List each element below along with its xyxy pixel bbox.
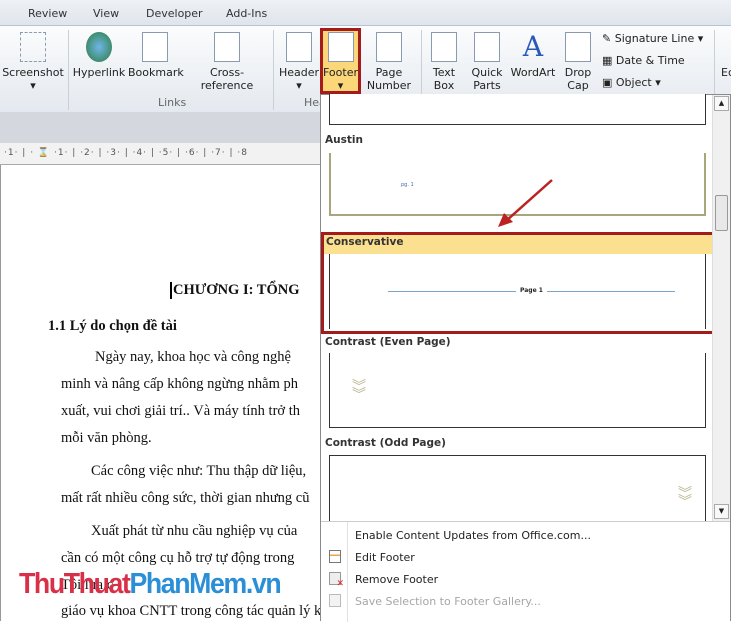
body-line: minh và nâng cấp không ngừng nhằm ph [61,376,298,392]
page-number-button[interactable]: Page Number [364,28,414,92]
remove-footer-icon: ✕ [329,572,344,589]
equation-button[interactable]: Ec [721,66,731,79]
hyperlink-button[interactable]: Hyperlink [72,28,126,79]
drop-cap-label: Drop Cap [564,66,592,92]
footer-gallery-dropdown: Austin pg. 1 Conservative Page 1 Contras… [320,94,731,622]
chevron-decoration-icon: ︾ ︾ [678,486,692,510]
body-line: cần có một công cụ hỗ trợ tự động trong [61,550,295,566]
tab-add-ins[interactable]: Add-Ins [226,7,267,20]
quick-parts-label: Quick Parts [471,66,503,92]
divider [273,30,274,110]
globe-icon [86,32,112,62]
body-line: mỗi văn phòng. [61,430,152,446]
menu-enable-content-updates[interactable]: Enable Content Updates from Office.com..… [355,529,591,542]
ribbon-tabs: Review View Developer Add-Ins [0,0,731,26]
object-button[interactable]: ▣ Object ▾ [602,76,661,89]
screenshot-icon [20,32,46,62]
group-links-label: Links [158,96,187,109]
cross-reference-icon [214,32,240,62]
document-background [0,112,320,143]
page-number-icon [376,32,402,62]
object-icon: ▣ [602,76,616,89]
screenshot-label: Screenshot [2,66,64,79]
gallery-label-contrast-odd: Contrast (Odd Page) [325,437,446,449]
footer-label: Footer [323,66,358,79]
text-box-button[interactable]: Text Box [426,28,462,92]
conservative-preview-text: Page 1 [516,287,547,294]
cross-reference-label: Cross-reference [200,66,254,92]
footer-menu: Enable Content Updates from Office.com..… [321,521,730,622]
body-line: mất rất nhiều công sức, thời gian nhưng … [61,490,310,506]
menu-edit-footer[interactable]: Edit Footer [355,551,415,564]
red-arrow-annotation [498,179,553,227]
scroll-down-button[interactable]: ▼ [714,504,729,519]
body-line: Các công việc như: Thu thập dữ liệu, [91,463,307,479]
scroll-up-button[interactable]: ▲ [714,96,729,111]
gallery-item-contrast-even[interactable]: ︾ ︾ [329,353,706,428]
gallery-label-austin: Austin [325,134,363,146]
conservative-thumbnail: Page 1 [329,254,706,329]
tab-developer[interactable]: Developer [146,7,203,20]
wordart-icon: A [522,30,544,63]
screenshot-button[interactable]: Screenshot ▾ [2,28,64,92]
gallery-item-conservative[interactable]: Conservative Page 1 [321,232,715,334]
bookmark-button[interactable]: Bookmark [128,28,184,79]
gallery-thumbnail-blank[interactable] [329,94,706,125]
section-heading: 1.1 Lý do chọn đề tài [48,318,177,334]
signature-icon: ✎ [602,32,615,45]
chapter-title: CHƯƠNG I: TỔNG [170,282,299,299]
object-label: Object [615,76,652,89]
gallery-item-contrast-odd[interactable]: ︾ ︾ [329,455,706,522]
signature-line-label: Signature Line [614,32,695,45]
gallery-scrollbar[interactable]: ▲ ▼ [712,95,730,522]
header-button[interactable]: Header ▾ [278,28,320,92]
document-page[interactable]: CHƯƠNG I: TỔNG 1.1 Lý do chọn đề tài Ngà… [0,165,520,621]
bookmark-label: Bookmark [128,66,184,79]
body-line: Xuất phát từ nhu cầu nghiệp vụ của [91,523,298,539]
date-time-button[interactable]: ▦ Date & Time [602,54,685,67]
austin-preview-text: pg. 1 [401,182,414,188]
quick-parts-button[interactable]: Quick Parts [468,28,506,92]
tab-view[interactable]: View [93,7,119,20]
save-selection-icon [329,594,341,607]
text-box-label: Text Box [432,66,456,92]
header-label: Header [278,66,320,79]
date-time-label: Date & Time [615,54,685,67]
footer-button[interactable]: Footer ▾ [320,28,361,94]
gallery-label-conservative: Conservative [324,235,712,254]
drop-cap-icon [565,32,591,62]
wordart-label: WordArt [510,66,556,79]
calendar-icon: ▦ [602,54,616,67]
bookmark-icon [142,32,168,62]
menu-save-selection-to-gallery: Save Selection to Footer Gallery... [355,595,541,608]
body-line: xuất, vui chơi giải trí.. Và máy tính tr… [61,403,300,419]
hyperlink-label: Hyperlink [72,66,126,79]
page-number-label: Page Number [366,66,412,92]
footer-icon [327,32,354,62]
watermark-logo: ThuThuatPhanMem.vn [19,568,282,600]
scrollbar-thumb[interactable] [715,195,728,231]
gallery-label-contrast-even: Contrast (Even Page) [325,336,451,348]
divider [68,30,69,110]
drop-cap-button[interactable]: Drop Cap [560,28,596,92]
chevron-decoration-icon: ︾ ︾ [352,379,366,403]
body-line: Ngày nay, khoa học và công nghệ [95,349,291,365]
header-icon [286,32,312,62]
tab-review[interactable]: Review [28,7,67,20]
cross-reference-button[interactable]: Cross-reference [184,28,270,92]
signature-line-button[interactable]: ✎ Signature Line ▾ [602,32,703,45]
quick-parts-icon [474,32,500,62]
wordart-button[interactable]: A WordArt [508,28,558,80]
ruler[interactable]: ·1· | · ⌛ ·1· | ·2· | ·3· | ·4· | ·5· | … [0,143,320,165]
text-box-icon [431,32,457,62]
menu-remove-footer[interactable]: Remove Footer [355,573,438,586]
edit-footer-icon [329,550,341,563]
